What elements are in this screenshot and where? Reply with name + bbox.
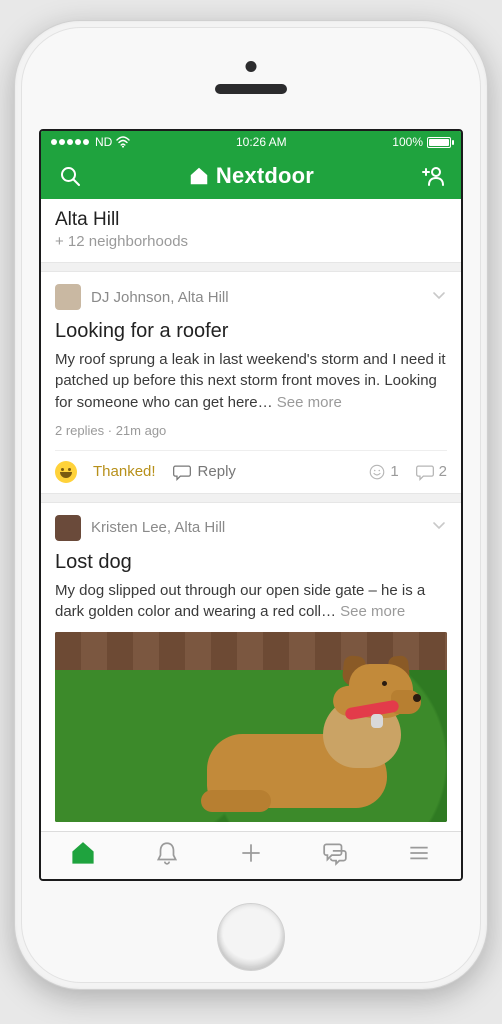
speech-bubble-icon: [172, 462, 192, 482]
plus-icon: [238, 840, 264, 866]
post-menu-button[interactable]: [431, 517, 447, 538]
post-title: Looking for a roofer: [55, 320, 447, 343]
see-more-link[interactable]: See more: [340, 603, 405, 620]
post-author[interactable]: DJ Johnson, Alta Hill: [91, 289, 421, 306]
signal-dots-icon: [51, 139, 89, 145]
add-person-icon: [420, 164, 444, 188]
speech-bubble-icon: [415, 462, 435, 482]
phone-speaker: [215, 84, 287, 94]
battery-percent: 100%: [392, 135, 423, 149]
hamburger-icon: [406, 840, 432, 866]
comment-count[interactable]: 2: [415, 462, 447, 482]
phone-frame: ND 10:26 AM 100% Nextdoor: [14, 20, 488, 990]
tab-notifications[interactable]: [154, 840, 180, 871]
clock: 10:26 AM: [130, 135, 392, 149]
app-header: Nextdoor: [41, 153, 461, 199]
tab-compose[interactable]: [238, 840, 264, 871]
post-title: Lost dog: [55, 551, 447, 574]
neighborhood-selector[interactable]: Alta Hill + 12 neighborhoods: [41, 199, 461, 263]
chat-icon: [322, 840, 348, 866]
reply-label: Reply: [198, 463, 236, 480]
post-meta: 2 replies · 21m ago: [55, 423, 447, 438]
feed[interactable]: DJ Johnson, Alta Hill Looking for a roof…: [41, 263, 461, 831]
reply-button[interactable]: Reply: [172, 462, 236, 482]
neighborhood-subtext: + 12 neighborhoods: [55, 233, 447, 250]
chevron-down-icon: [431, 517, 447, 533]
status-bar: ND 10:26 AM 100%: [41, 131, 461, 153]
wifi-icon: [116, 136, 130, 148]
tab-more[interactable]: [406, 840, 432, 871]
house-icon: [188, 165, 210, 187]
smile-icon: [55, 461, 77, 483]
post-actions: Thanked! Reply 1 2: [55, 450, 447, 483]
home-icon: [70, 840, 96, 866]
bell-icon: [154, 840, 180, 866]
post-image[interactable]: [55, 632, 447, 822]
avatar[interactable]: [55, 284, 81, 310]
search-icon: [58, 164, 82, 188]
app-name: Nextdoor: [216, 163, 314, 189]
add-neighbor-button[interactable]: [417, 161, 447, 191]
carrier-label: ND: [95, 135, 112, 149]
thank-button[interactable]: Thanked!: [93, 463, 156, 480]
status-right: 100%: [392, 135, 451, 149]
tab-messages[interactable]: [322, 840, 348, 871]
neighborhood-name: Alta Hill: [55, 209, 447, 231]
screen: ND 10:26 AM 100% Nextdoor: [39, 129, 463, 881]
battery-icon: [427, 137, 451, 148]
smile-outline-icon: [368, 463, 386, 481]
post-card[interactable]: Kristen Lee, Alta Hill Lost dog My dog s…: [41, 502, 461, 831]
post-body: My roof sprung a leak in last weekend's …: [55, 349, 447, 413]
app-brand: Nextdoor: [188, 163, 314, 189]
search-button[interactable]: [55, 161, 85, 191]
tab-bar: [41, 831, 461, 879]
see-more-link[interactable]: See more: [277, 394, 342, 411]
phone-camera: [246, 61, 257, 72]
reaction-count[interactable]: 1: [368, 463, 398, 481]
post-menu-button[interactable]: [431, 287, 447, 308]
post-card[interactable]: DJ Johnson, Alta Hill Looking for a roof…: [41, 271, 461, 494]
post-author[interactable]: Kristen Lee, Alta Hill: [91, 519, 421, 536]
post-body: My dog slipped out through our open side…: [55, 580, 447, 623]
chevron-down-icon: [431, 287, 447, 303]
avatar[interactable]: [55, 515, 81, 541]
tab-home[interactable]: [70, 840, 96, 871]
home-button[interactable]: [217, 903, 285, 971]
dog-illustration: [197, 664, 427, 814]
